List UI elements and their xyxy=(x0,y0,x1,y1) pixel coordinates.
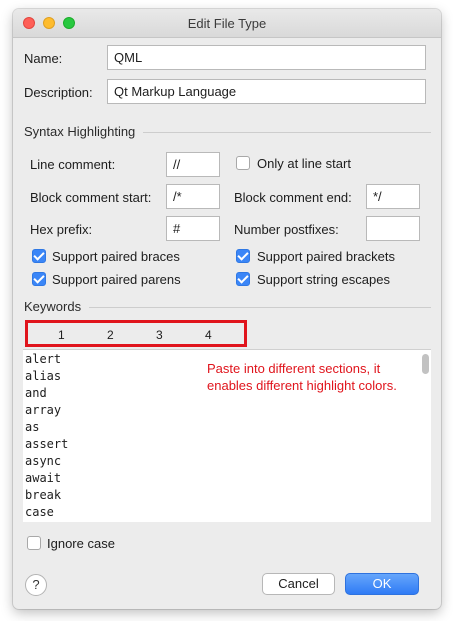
paired-parens-checkbox[interactable] xyxy=(32,272,46,286)
keyword-item[interactable]: and xyxy=(25,386,47,400)
keyword-tab-1[interactable]: 1 xyxy=(58,328,65,342)
keywords-scrollbar[interactable] xyxy=(422,354,429,374)
keyword-item[interactable]: await xyxy=(25,471,61,485)
description-label: Description: xyxy=(24,85,93,100)
keyword-item[interactable]: alert xyxy=(25,352,61,366)
annotation-note: Paste into different sections, it enable… xyxy=(207,360,407,394)
line-comment-input[interactable]: // xyxy=(166,152,220,177)
keywords-list[interactable]: alert alias and array as assert async aw… xyxy=(23,349,431,522)
description-input[interactable]: Qt Markup Language xyxy=(107,79,426,104)
paired-brackets-checkbox[interactable] xyxy=(236,249,250,263)
keyword-tabs-highlight: 1 2 3 4 xyxy=(25,320,247,347)
keywords-separator xyxy=(89,307,431,308)
title-bar: Edit File Type xyxy=(13,9,441,38)
cancel-button[interactable]: Cancel xyxy=(262,573,335,595)
string-escapes-checkbox[interactable] xyxy=(236,272,250,286)
paired-braces-checkbox[interactable] xyxy=(32,249,46,263)
edit-file-type-dialog: Edit File Type Name: QML Description: Qt… xyxy=(13,9,441,609)
keyword-item[interactable]: as xyxy=(25,420,39,434)
paired-brackets-label: Support paired brackets xyxy=(257,249,396,264)
keyword-item[interactable]: array xyxy=(25,403,61,417)
help-icon[interactable]: ? xyxy=(25,574,47,596)
paired-parens-label: Support paired parens xyxy=(52,272,181,287)
block-comment-end-label: Block comment end: xyxy=(234,190,352,205)
keyword-item[interactable]: async xyxy=(25,454,61,468)
ignore-case-checkbox[interactable] xyxy=(27,536,41,550)
only-line-start-checkbox[interactable] xyxy=(236,156,250,170)
keyword-item[interactable]: case xyxy=(25,505,54,519)
string-escapes-label: Support string escapes xyxy=(257,272,390,287)
number-postfixes-label: Number postfixes: xyxy=(234,222,339,237)
name-label: Name: xyxy=(24,51,63,66)
hex-prefix-label: Hex prefix: xyxy=(30,222,93,237)
keyword-tab-3[interactable]: 3 xyxy=(156,328,163,342)
window-title: Edit File Type xyxy=(187,16,267,31)
syntax-highlighting-heading: Syntax Highlighting xyxy=(24,124,136,139)
block-comment-start-label: Block comment start: xyxy=(30,190,152,205)
syntax-separator xyxy=(143,132,431,133)
ignore-case-label: Ignore case xyxy=(47,536,115,551)
block-comment-end-input[interactable]: */ xyxy=(366,184,420,209)
number-postfixes-input[interactable] xyxy=(366,216,420,241)
paired-braces-label: Support paired braces xyxy=(52,249,180,264)
keyword-tab-4[interactable]: 4 xyxy=(205,328,212,342)
only-line-start-label: Only at line start xyxy=(257,156,351,171)
keyword-tab-2[interactable]: 2 xyxy=(107,328,114,342)
hex-prefix-input[interactable]: # xyxy=(166,216,220,241)
keyword-item[interactable]: assert xyxy=(25,437,68,451)
ok-button[interactable]: OK xyxy=(345,573,419,595)
keyword-item[interactable]: alias xyxy=(25,369,61,383)
line-comment-label: Line comment: xyxy=(30,157,116,172)
keywords-heading: Keywords xyxy=(24,299,82,314)
block-comment-start-input[interactable]: /* xyxy=(166,184,220,209)
name-input[interactable]: QML xyxy=(107,45,426,70)
keyword-item[interactable]: break xyxy=(25,488,61,502)
